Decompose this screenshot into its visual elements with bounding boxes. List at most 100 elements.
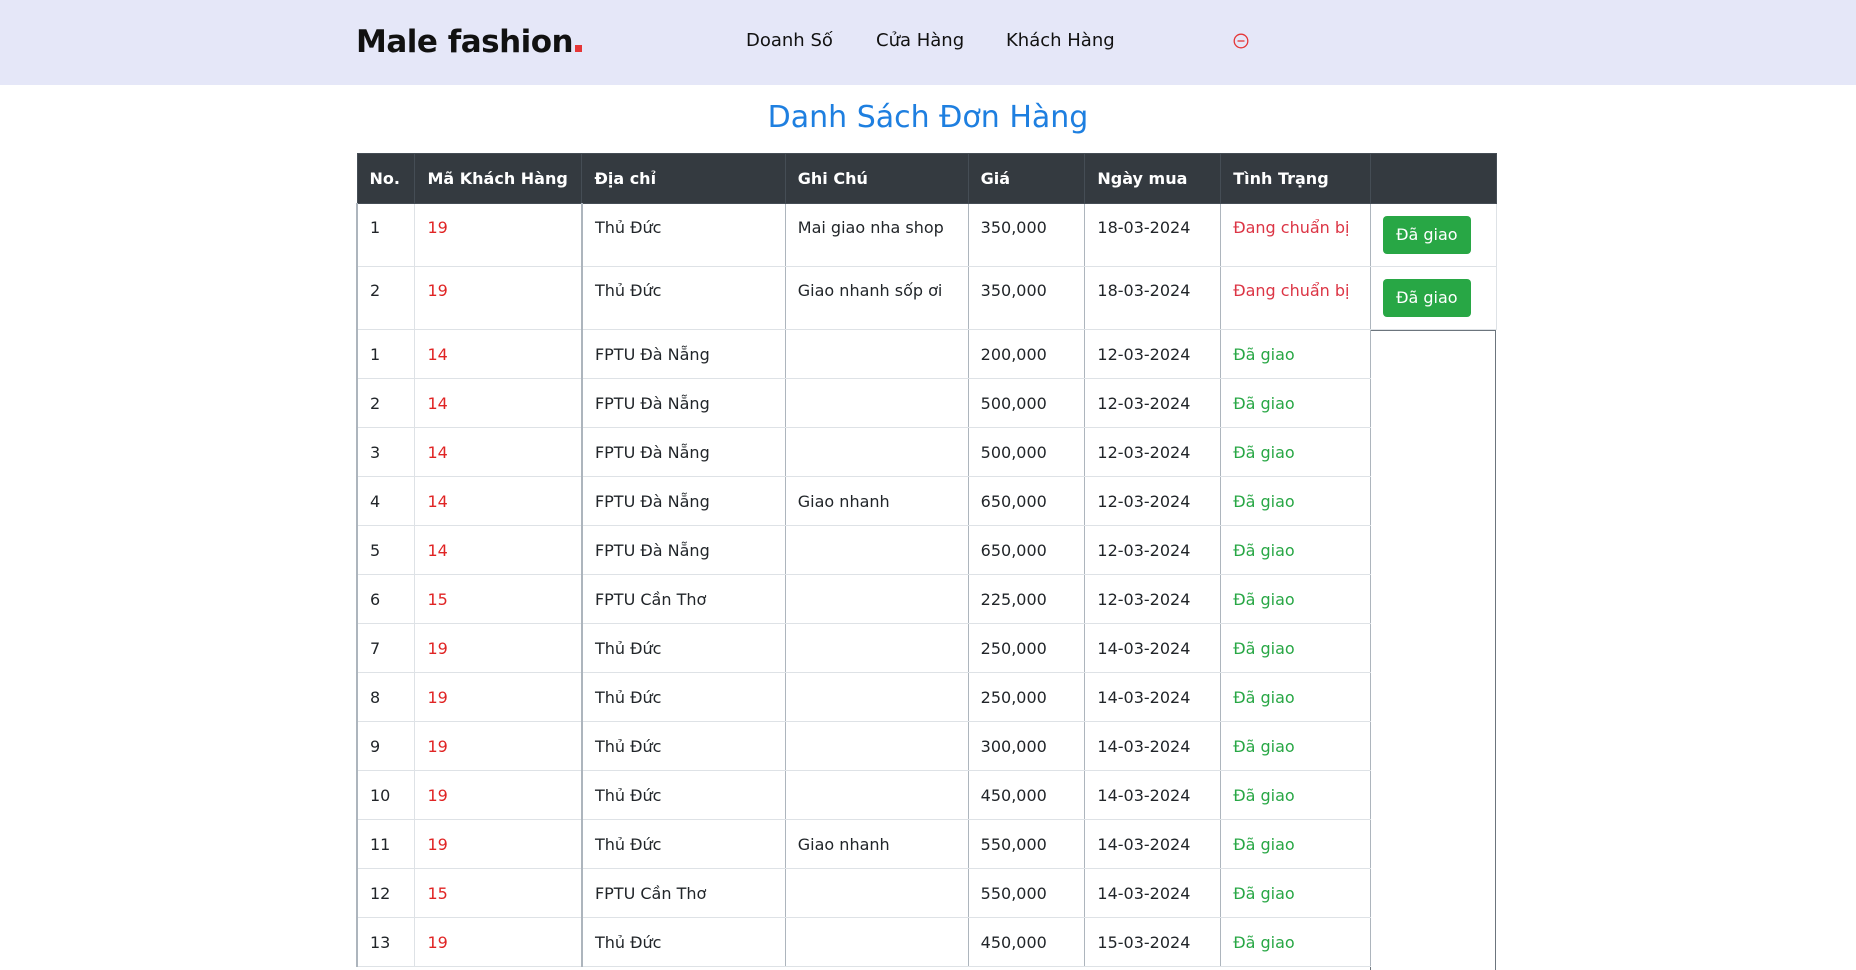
cell-customer-id: 19 bbox=[414, 203, 583, 267]
cell-date: 18-03-2024 bbox=[1084, 203, 1222, 267]
cell-action-empty bbox=[1371, 526, 1497, 575]
cell-status: Đã giao bbox=[1220, 329, 1372, 379]
cell-date: 14-03-2024 bbox=[1084, 672, 1222, 722]
nav-link-customers[interactable]: Khách Hàng bbox=[1006, 30, 1115, 51]
cell-date: 12-03-2024 bbox=[1084, 574, 1222, 624]
cell-date: 14-03-2024 bbox=[1084, 770, 1222, 820]
cell-no: 12 bbox=[356, 868, 416, 918]
cell-date: 15-03-2024 bbox=[1084, 917, 1222, 967]
nav-link-sales[interactable]: Doanh Số bbox=[746, 30, 833, 51]
cell-no: 5 bbox=[356, 525, 416, 575]
cell-date: 14-03-2024 bbox=[1084, 623, 1222, 673]
cell-status: Đã giao bbox=[1220, 721, 1372, 771]
cell-price: 500,000 bbox=[967, 378, 1086, 428]
cell-status: Đã giao bbox=[1220, 672, 1372, 722]
cell-note bbox=[784, 770, 969, 820]
cell-no: 2 bbox=[356, 378, 416, 428]
col-header-action bbox=[1370, 153, 1497, 204]
nav-link-store[interactable]: Cửa Hàng bbox=[876, 30, 964, 51]
cell-status: Đã giao bbox=[1220, 868, 1372, 918]
mark-delivered-button[interactable]: Đã giao bbox=[1383, 216, 1471, 254]
brand-name: Male fashion bbox=[356, 24, 574, 60]
cell-status: Đã giao bbox=[1220, 819, 1372, 869]
page-title: Danh Sách Đơn Hàng bbox=[767, 100, 1089, 135]
col-header-status: Tình Trạng bbox=[1220, 153, 1372, 204]
cell-address: Thủ Đức bbox=[581, 266, 786, 330]
cell-address: Thủ Đức bbox=[581, 623, 786, 673]
cell-action-empty bbox=[1371, 673, 1497, 722]
cell-price: 200,000 bbox=[967, 329, 1086, 379]
cell-no: 10 bbox=[356, 770, 416, 820]
cell-price: 250,000 bbox=[967, 623, 1086, 673]
cell-no: 1 bbox=[356, 203, 416, 267]
cell-price: 650,000 bbox=[967, 525, 1086, 575]
cell-price: 500,000 bbox=[967, 427, 1086, 477]
orders-table: No. Mã Khách Hàng Địa chỉ Ghi Chú Giá Ng… bbox=[356, 153, 1497, 967]
cell-customer-id: 14 bbox=[414, 329, 583, 379]
cell-action-empty bbox=[1371, 624, 1497, 673]
cell-customer-id: 19 bbox=[414, 721, 583, 771]
cell-address: Thủ Đức bbox=[581, 721, 786, 771]
cell-no: 1 bbox=[356, 329, 416, 379]
mark-delivered-button[interactable]: Đã giao bbox=[1383, 279, 1471, 317]
brand-logo[interactable]: Male fashion bbox=[356, 24, 583, 60]
cell-customer-id: 19 bbox=[414, 770, 583, 820]
cell-address: Thủ Đức bbox=[581, 917, 786, 967]
cell-date: 14-03-2024 bbox=[1084, 868, 1222, 918]
cell-customer-id: 14 bbox=[414, 378, 583, 428]
brand-dot bbox=[575, 45, 583, 52]
cell-status: Đã giao bbox=[1220, 574, 1372, 624]
cell-status: Đã giao bbox=[1220, 476, 1372, 526]
cell-customer-id: 19 bbox=[414, 266, 583, 330]
cell-date: 18-03-2024 bbox=[1084, 266, 1222, 330]
cell-date: 12-03-2024 bbox=[1084, 329, 1222, 379]
cell-status: Đã giao bbox=[1220, 623, 1372, 673]
cell-customer-id: 14 bbox=[414, 525, 583, 575]
cell-no: 13 bbox=[356, 917, 416, 967]
cell-note bbox=[784, 672, 969, 722]
table-header-row: No. Mã Khách Hàng Địa chỉ Ghi Chú Giá Ng… bbox=[356, 153, 1497, 204]
cell-status: Đã giao bbox=[1220, 917, 1372, 967]
cell-status: Đang chuẩn bị bbox=[1220, 266, 1372, 330]
cell-note bbox=[784, 574, 969, 624]
cell-address: FPTU Đà Nẵng bbox=[581, 476, 786, 526]
cell-no: 2 bbox=[356, 266, 416, 330]
cell-action-empty bbox=[1371, 428, 1497, 477]
cell-customer-id: 14 bbox=[414, 427, 583, 477]
orders-table-body: 1 19 Thủ Đức Mai giao nha shop 350,000 18-03-… bbox=[356, 203, 1497, 967]
table-row: 4 14 FPTU Đà Nẵng Giao nhanh 650,000 12-03-20… bbox=[356, 476, 1497, 526]
cell-price: 250,000 bbox=[967, 672, 1086, 722]
cell-customer-id: 15 bbox=[414, 574, 583, 624]
cell-note bbox=[784, 329, 969, 379]
cell-customer-id: 19 bbox=[414, 672, 583, 722]
table-row: 9 19 Thủ Đức 300,000 14-03-2024 Đã giao bbox=[356, 721, 1497, 771]
cell-price: 550,000 bbox=[967, 868, 1086, 918]
cell-no: 8 bbox=[356, 672, 416, 722]
cell-customer-id: 15 bbox=[414, 868, 583, 918]
table-row: 6 15 FPTU Cần Thơ 225,000 12-03-2024 Đã giao bbox=[356, 574, 1497, 624]
cell-address: Thủ Đức bbox=[581, 203, 786, 267]
table-row: 2 19 Thủ Đức Giao nhanh sốp ơi 350,000 18-03-… bbox=[356, 266, 1497, 330]
cell-price: 300,000 bbox=[967, 721, 1086, 771]
table-row: 2 14 FPTU Đà Nẵng 500,000 12-03-2024 Đã giao bbox=[356, 378, 1497, 428]
table-row: 12 15 FPTU Cần Thơ 550,000 14-03-2024 Đã giao bbox=[356, 868, 1497, 918]
circle-minus-icon[interactable] bbox=[1233, 33, 1249, 49]
col-header-price: Giá bbox=[967, 153, 1086, 204]
cell-note: Giao nhanh bbox=[784, 476, 969, 526]
cell-action-empty bbox=[1371, 771, 1497, 820]
col-header-date: Ngày mua bbox=[1084, 153, 1222, 204]
cell-note bbox=[784, 427, 969, 477]
table-row: 13 19 Thủ Đức 450,000 15-03-2024 Đã giao bbox=[356, 917, 1497, 967]
cell-status: Đã giao bbox=[1220, 427, 1372, 477]
cell-price: 350,000 bbox=[967, 203, 1086, 267]
cell-note bbox=[784, 623, 969, 673]
cell-address: FPTU Đà Nẵng bbox=[581, 329, 786, 379]
cell-status: Đã giao bbox=[1220, 770, 1372, 820]
cell-action-empty bbox=[1371, 575, 1497, 624]
table-row: 10 19 Thủ Đức 450,000 14-03-2024 Đã giao bbox=[356, 770, 1497, 820]
cell-price: 450,000 bbox=[967, 770, 1086, 820]
cell-no: 6 bbox=[356, 574, 416, 624]
table-row: 1 19 Thủ Đức Mai giao nha shop 350,000 18-03-… bbox=[356, 203, 1497, 267]
cell-price: 450,000 bbox=[967, 917, 1086, 967]
cell-price: 225,000 bbox=[967, 574, 1086, 624]
